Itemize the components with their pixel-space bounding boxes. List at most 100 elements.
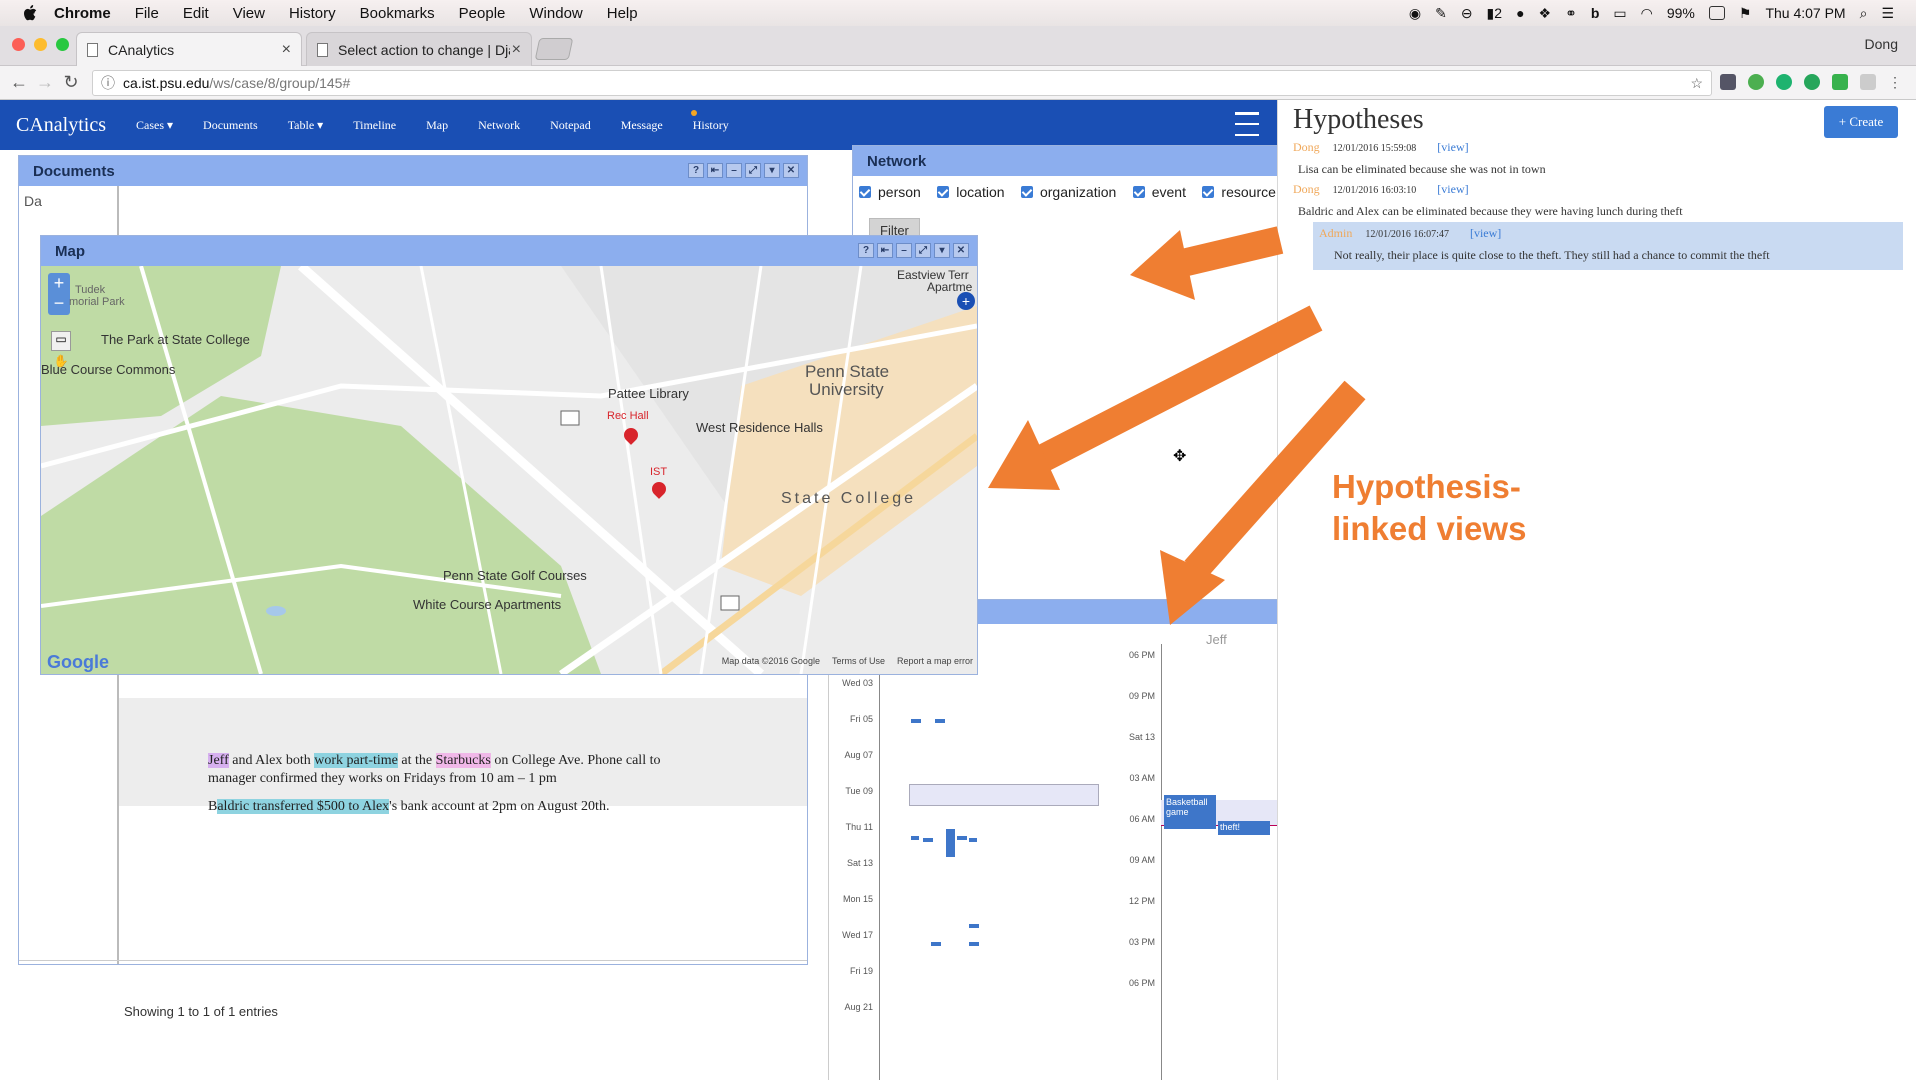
- zoom-in-button[interactable]: +: [48, 273, 70, 293]
- close-tab-icon[interactable]: ×: [512, 41, 521, 59]
- close-icon[interactable]: ✕: [783, 163, 799, 178]
- map-canvas[interactable]: + − ▭ ✋ The Park at State College Blue Co…: [41, 266, 977, 674]
- list-icon[interactable]: ☰: [1881, 5, 1894, 22]
- hamburger-menu-icon[interactable]: [1235, 112, 1259, 136]
- badge-icon[interactable]: ▮2: [1487, 5, 1503, 22]
- nav-notepad[interactable]: Notepad: [550, 118, 591, 133]
- notification-icon[interactable]: ●: [1516, 5, 1524, 21]
- menu-history[interactable]: History: [289, 5, 336, 22]
- view-link[interactable]: [view]: [1470, 226, 1501, 240]
- menu-view[interactable]: View: [233, 5, 265, 22]
- menu-app-name[interactable]: Chrome: [54, 5, 111, 22]
- close-window-icon[interactable]: [12, 38, 25, 51]
- menu-edit[interactable]: Edit: [183, 5, 209, 22]
- popout-icon[interactable]: ⤢: [915, 243, 931, 258]
- pen-icon[interactable]: ✎: [1435, 5, 1447, 22]
- network-node[interactable]: [1263, 476, 1277, 490]
- info-icon[interactable]: ⓘ: [101, 73, 115, 93]
- help-icon[interactable]: ?: [858, 243, 874, 258]
- forward-icon[interactable]: →: [32, 72, 58, 93]
- view-link[interactable]: [view]: [1437, 182, 1468, 196]
- timeline-bar[interactable]: [911, 719, 921, 723]
- entity-event[interactable]: aldric transferred $500 to Alex: [217, 799, 390, 814]
- documents-header[interactable]: Documents ? ⇤ – ⤢ ▾ ✕: [19, 156, 807, 186]
- nav-documents[interactable]: Documents: [203, 118, 258, 133]
- timeline-bar[interactable]: [946, 829, 955, 857]
- timeline-bar[interactable]: [957, 836, 967, 840]
- view-link[interactable]: [view]: [1437, 140, 1468, 154]
- report-error-link[interactable]: Report a map error: [897, 656, 973, 666]
- timeline-bar[interactable]: [969, 838, 977, 842]
- collapse-icon[interactable]: ▾: [934, 243, 950, 258]
- entity-person[interactable]: Jeff: [208, 753, 229, 768]
- extension-4-icon[interactable]: [1804, 74, 1820, 90]
- entity-organization[interactable]: Starbucks: [435, 753, 491, 768]
- pin-icon[interactable]: ⇤: [707, 163, 723, 178]
- nav-network[interactable]: Network: [478, 118, 520, 133]
- network-header[interactable]: Network: [853, 146, 1277, 176]
- clock-status-icon[interactable]: ⊖: [1461, 5, 1473, 22]
- collapse-icon[interactable]: ▾: [764, 163, 780, 178]
- bookmark-star-icon[interactable]: ☆: [1690, 75, 1703, 92]
- spotlight-icon[interactable]: ⌕: [1860, 5, 1868, 22]
- hypothesis-item[interactable]: Dong 12/01/2016 15:59:08 [view] Lisa can…: [1293, 140, 1893, 177]
- dropbox-icon[interactable]: ❖: [1539, 5, 1552, 22]
- help-icon[interactable]: ?: [688, 163, 704, 178]
- filter-person-checkbox[interactable]: person: [859, 184, 921, 200]
- timeline-bar[interactable]: [911, 836, 919, 840]
- menu-help[interactable]: Help: [607, 5, 638, 22]
- menu-people[interactable]: People: [459, 5, 506, 22]
- filter-resource-checkbox[interactable]: resource: [1202, 184, 1276, 200]
- record-icon[interactable]: ◉: [1409, 5, 1421, 22]
- more-menu-icon[interactable]: ⋮: [1888, 74, 1902, 90]
- filter-location-checkbox[interactable]: location: [937, 184, 1005, 200]
- shield-icon[interactable]: [1832, 74, 1848, 90]
- hypothesis-item[interactable]: Dong 12/01/2016 16:03:10 [view] Baldric …: [1293, 182, 1893, 219]
- event-basketball-game[interactable]: Basketball game: [1164, 795, 1216, 829]
- b-icon[interactable]: b: [1591, 5, 1600, 21]
- extension-6-icon[interactable]: [1860, 74, 1876, 90]
- close-icon[interactable]: ✕: [953, 243, 969, 258]
- minimize-icon[interactable]: –: [896, 243, 912, 258]
- timeline-bar[interactable]: [923, 838, 933, 842]
- nav-table[interactable]: Table ▾: [288, 118, 324, 133]
- nav-map[interactable]: Map: [426, 118, 448, 133]
- hypothesis-reply[interactable]: Admin 12/01/2016 16:07:47 [view] Not rea…: [1313, 222, 1903, 270]
- timeline-bar[interactable]: [931, 942, 941, 946]
- menu-file[interactable]: File: [135, 5, 159, 22]
- clock[interactable]: Thu 4:07 PM: [1765, 5, 1845, 21]
- nav-timeline[interactable]: Timeline: [353, 118, 396, 133]
- reload-icon[interactable]: ↻: [58, 72, 84, 93]
- glasses-icon[interactable]: ⚭: [1565, 5, 1577, 22]
- zoom-out-button[interactable]: −: [48, 293, 70, 313]
- nav-history[interactable]: History: [690, 109, 729, 133]
- filter-event-checkbox[interactable]: event: [1132, 184, 1186, 200]
- filter-organization-checkbox[interactable]: organization: [1020, 184, 1116, 200]
- minimize-icon[interactable]: –: [726, 163, 742, 178]
- entity-event[interactable]: work part-time: [314, 753, 398, 768]
- apple-icon[interactable]: [20, 5, 40, 21]
- menu-bookmarks[interactable]: Bookmarks: [360, 5, 435, 22]
- close-tab-icon[interactable]: ×: [282, 41, 291, 59]
- flag-icon[interactable]: ⚑: [1739, 5, 1752, 22]
- extension-3-icon[interactable]: [1776, 74, 1792, 90]
- pin-icon[interactable]: ⇤: [877, 243, 893, 258]
- popout-icon[interactable]: ⤢: [745, 163, 761, 178]
- draw-rectangle-icon[interactable]: ▭: [51, 331, 71, 351]
- terms-link[interactable]: Terms of Use: [832, 656, 885, 666]
- tab-canalytics[interactable]: CAnalytics ×: [76, 32, 302, 66]
- minimize-window-icon[interactable]: [34, 38, 47, 51]
- airplay-icon[interactable]: ▭: [1613, 5, 1626, 22]
- timeline-bar[interactable]: [935, 719, 945, 723]
- menu-window[interactable]: Window: [529, 5, 582, 22]
- create-hypothesis-button[interactable]: + Create: [1824, 106, 1898, 138]
- event-theft[interactable]: theft!: [1218, 821, 1270, 835]
- extension-1-icon[interactable]: [1720, 74, 1736, 90]
- brand[interactable]: CAnalytics: [16, 114, 106, 137]
- nav-message[interactable]: Message: [621, 118, 663, 133]
- new-tab-button[interactable]: [534, 38, 574, 60]
- timeline-bar[interactable]: [969, 942, 979, 946]
- timeline-brush[interactable]: [909, 784, 1099, 806]
- url-field[interactable]: ⓘ ca.ist.psu.edu /ws/case/8/group/145# ☆: [92, 70, 1712, 96]
- battery-icon[interactable]: [1708, 6, 1725, 20]
